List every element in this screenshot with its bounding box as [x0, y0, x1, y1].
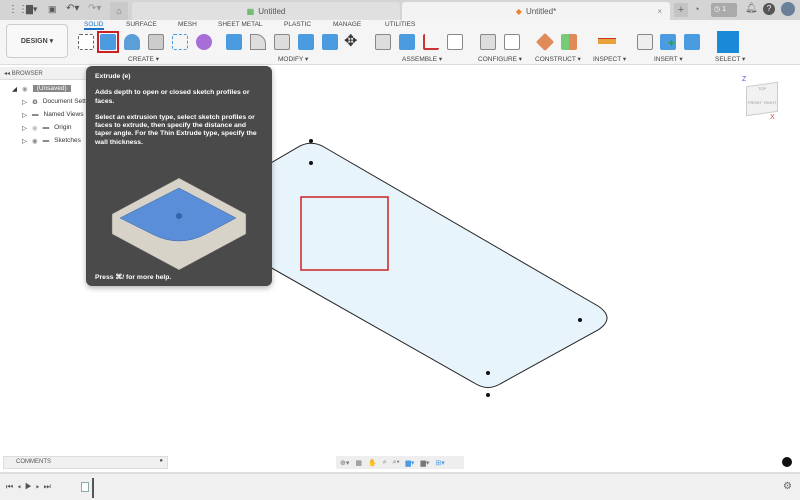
select-menu[interactable]: SELECT ▾ [715, 55, 745, 63]
shell-icon[interactable] [274, 34, 290, 50]
help-icon[interactable]: ? [763, 3, 775, 15]
toolbar: DESIGN ▾ SOLID SURFACE MESH SHEET METAL … [0, 20, 800, 65]
tab-bar: ⋮⋮ ▇▾ ▣ ↶▾ ↷▾ ⌂ ▦ Untitled ◆ Untitled* × + … [0, 0, 800, 20]
tab-utilities[interactable]: UTILITIES [385, 21, 415, 28]
file-icon[interactable]: ▇▾ [26, 4, 37, 15]
tab-untitled-active[interactable]: ◆ Untitled* × [402, 2, 670, 20]
timeline: ⏮◂▶▸⏭ ⚙ [0, 472, 800, 500]
extrude-button[interactable] [97, 31, 119, 53]
joint-icon[interactable] [375, 34, 391, 50]
tab-sheet-metal[interactable]: SHEET METAL [218, 21, 263, 28]
insert-derive-icon[interactable] [637, 34, 653, 50]
extrude-icon [100, 34, 116, 50]
avatar[interactable] [781, 2, 795, 16]
notification-icon[interactable]: 🔔︎ [745, 3, 758, 14]
redo-icon[interactable]: ↷▾ [88, 3, 101, 14]
split-icon[interactable] [322, 34, 338, 50]
timeline-marker[interactable] [92, 478, 94, 498]
play-icon[interactable]: ▶ [25, 482, 36, 491]
canvas-image-icon[interactable] [684, 34, 700, 50]
offset-plane-icon[interactable] [535, 32, 555, 52]
revolve-icon[interactable] [124, 34, 140, 50]
timeline-controls: ⏮◂▶▸⏭ [6, 482, 55, 492]
save-icon[interactable]: ▣ [48, 4, 57, 15]
home-icon[interactable]: ⌂ [110, 2, 128, 20]
go-to-start-icon[interactable]: ⏮ [6, 482, 17, 491]
construct-menu[interactable]: CONSTRUCT ▾ [535, 55, 581, 63]
sketch-feature-icon[interactable] [81, 482, 89, 492]
configure-icon[interactable] [480, 34, 496, 50]
pan-icon[interactable]: ✋ [368, 459, 377, 467]
zoom-icon[interactable]: ⌕ [383, 459, 387, 467]
new-tab-icon[interactable]: + [674, 3, 688, 17]
move-icon[interactable]: ✥ [344, 31, 357, 51]
view-cube[interactable]: TOP FRONT RIGHT Z X [742, 76, 780, 121]
grid-menu-icon[interactable]: ⋮⋮ [8, 4, 28, 15]
combine-icon[interactable] [298, 34, 314, 50]
config-table-icon[interactable] [504, 34, 520, 50]
sync-icon[interactable]: ◔ [694, 4, 699, 14]
undo-icon[interactable]: ↶▾ [66, 3, 79, 14]
create-menu[interactable]: CREATE ▾ [128, 55, 159, 63]
orbit-icon[interactable]: ⊕▾ [340, 459, 349, 467]
comments-panel[interactable]: COMMENTS ● [3, 456, 168, 469]
tab-untitled[interactable]: ▦ Untitled [132, 2, 400, 20]
insert-menu[interactable]: INSERT ▾ [654, 55, 683, 63]
tooltip-detail: Select an extrusion type, select sketch … [95, 113, 257, 146]
jobs-badge[interactable]: ◷ 1 [711, 3, 737, 17]
insert-mcmaster-icon[interactable]: + [660, 34, 676, 50]
add-comment-icon[interactable]: ● [159, 458, 163, 464]
create-sketch-icon[interactable] [78, 34, 94, 50]
tooltip-description: Adds depth to open or closed sketch prof… [95, 89, 250, 105]
configure-menu[interactable]: CONFIGURE ▾ [478, 55, 522, 63]
select-icon[interactable] [717, 31, 739, 53]
fit-icon[interactable]: ⌕▾ [393, 459, 400, 467]
workspace-dropdown[interactable]: DESIGN ▾ [6, 24, 68, 58]
hole-icon[interactable] [148, 34, 164, 50]
status-icon[interactable] [782, 457, 792, 467]
display-settings-icon[interactable]: ▆▾ [406, 459, 415, 467]
tab-plastic[interactable]: PLASTIC [284, 21, 311, 28]
viewports-icon[interactable]: ⊞▾ [435, 459, 444, 467]
press-pull-icon[interactable] [226, 34, 242, 50]
sketch-point[interactable] [486, 393, 490, 397]
midplane-icon[interactable] [561, 34, 577, 50]
look-at-icon[interactable]: ▦ [355, 459, 362, 467]
tab-mesh[interactable]: MESH [178, 21, 197, 28]
go-to-end-icon[interactable]: ⏭ [44, 482, 55, 491]
tooltip-footer: Press ⌘/ for more help. [95, 273, 172, 281]
pattern-icon[interactable] [172, 34, 188, 50]
cube-icon: ◆ [515, 6, 522, 16]
as-built-joint-icon[interactable] [423, 34, 439, 50]
modify-menu[interactable]: MODIFY ▾ [278, 55, 308, 63]
tab-manage[interactable]: MANAGE [333, 21, 361, 28]
design-file-icon: ▦ [246, 6, 255, 16]
tab-surface[interactable]: SURFACE [126, 21, 157, 28]
extrude-illustration [111, 177, 247, 270]
new-component-icon[interactable] [399, 34, 415, 50]
grid-settings-icon[interactable]: ▆▾ [420, 459, 429, 467]
table-icon[interactable] [447, 34, 463, 50]
tab-solid[interactable]: SOLID [84, 21, 104, 30]
form-icon[interactable] [196, 34, 212, 50]
fillet-icon[interactable] [250, 34, 266, 50]
sketch-point[interactable] [309, 161, 313, 165]
extrude-tooltip: Extrude (e) Adds depth to open or closed… [86, 66, 272, 286]
measure-icon[interactable] [598, 38, 616, 44]
step-back-icon[interactable]: ◂ [17, 482, 25, 491]
step-forward-icon[interactable]: ▸ [36, 482, 44, 491]
sketch-point[interactable] [486, 371, 490, 375]
sketch-point[interactable] [309, 139, 313, 143]
navigation-bar: ⊕▾ ▦ ✋ ⌕ ⌕▾ ▆▾ ▆▾ ⊞▾ [336, 456, 464, 469]
tooltip-title: Extrude (e) [95, 73, 131, 80]
timeline-settings-icon[interactable]: ⚙ [783, 481, 792, 492]
sketch-point[interactable] [578, 318, 582, 322]
inspect-menu[interactable]: INSPECT ▾ [593, 55, 626, 63]
assemble-menu[interactable]: ASSEMBLE ▾ [402, 55, 442, 63]
close-tab-icon[interactable]: × [657, 7, 662, 16]
